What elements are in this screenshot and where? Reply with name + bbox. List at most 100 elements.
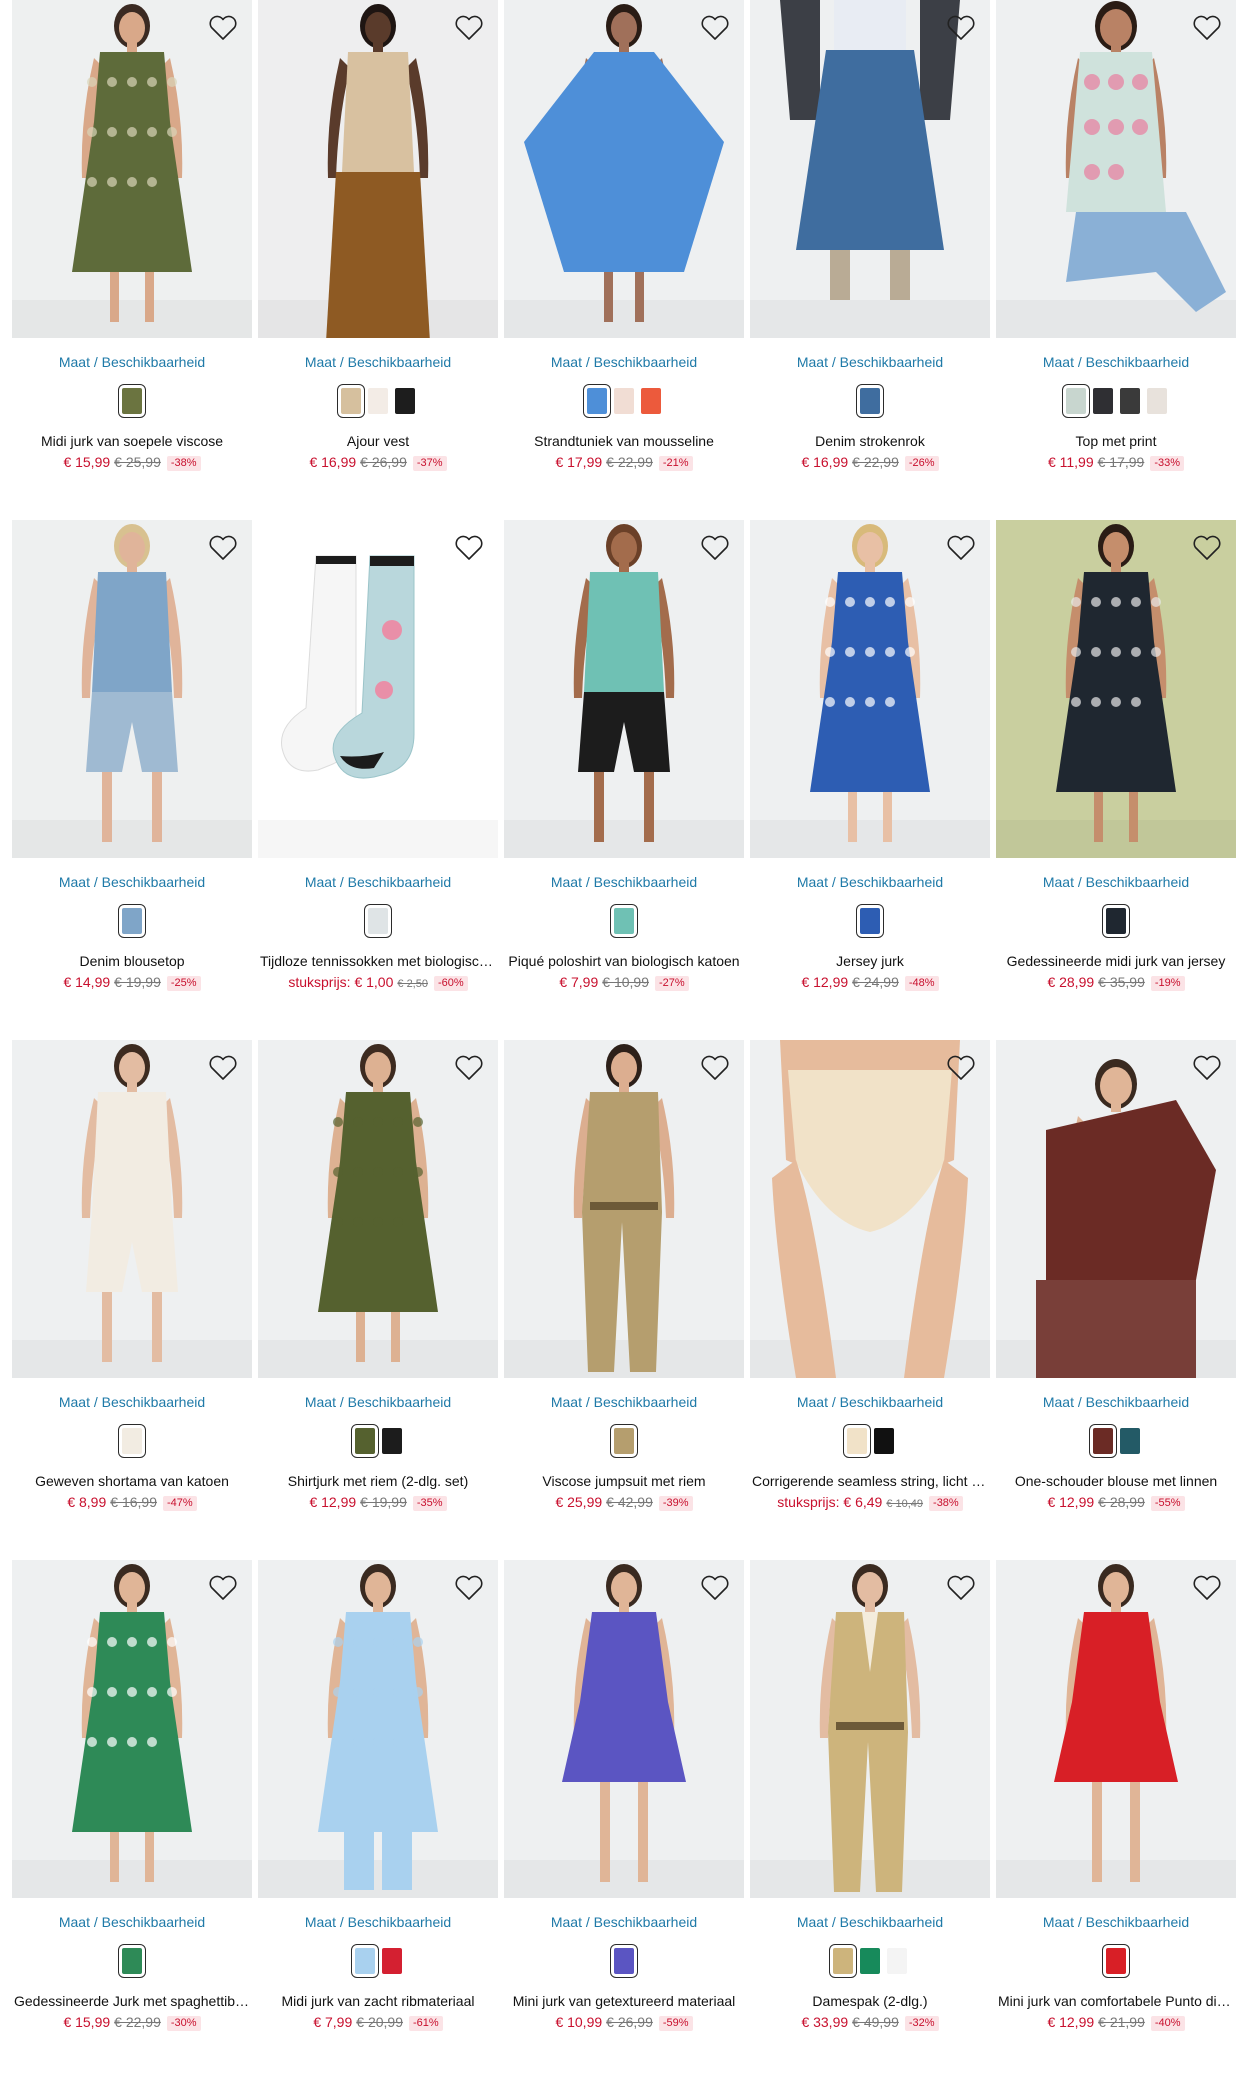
wishlist-heart-icon[interactable] [452, 10, 486, 44]
product-card[interactable]: Maat / Beschikbaarheid Denim strokenrok € … [750, 0, 990, 520]
size-availability-link[interactable]: Maat / Beschikbaarheid [12, 1913, 252, 1931]
size-availability-link[interactable]: Maat / Beschikbaarheid [504, 873, 744, 891]
product-image[interactable] [258, 1040, 498, 1378]
product-card[interactable]: Maat / Beschikbaarheid Ajour vest € 16,99 €… [258, 0, 498, 520]
color-swatch[interactable] [887, 1948, 907, 1974]
product-image[interactable] [504, 520, 744, 858]
color-swatch[interactable] [1061, 384, 1090, 418]
wishlist-heart-icon[interactable] [206, 1570, 240, 1604]
product-image[interactable] [750, 1040, 990, 1378]
product-title[interactable]: Shirtjurk met riem (2-dlg. set) [258, 1472, 498, 1490]
product-image[interactable] [12, 1560, 252, 1898]
product-card[interactable]: Maat / Beschikbaarheid Viscose jumpsuit m… [504, 1040, 744, 1560]
color-swatch[interactable] [1119, 388, 1140, 414]
color-swatch[interactable] [1119, 1428, 1140, 1454]
color-swatch[interactable] [1088, 1424, 1117, 1458]
product-card[interactable]: Maat / Beschikbaarheid Gedessineerde Jurk… [12, 1560, 252, 2080]
size-availability-link[interactable]: Maat / Beschikbaarheid [504, 1393, 744, 1411]
size-availability-link[interactable]: Maat / Beschikbaarheid [12, 1393, 252, 1411]
product-title[interactable]: Piqué poloshirt van biologisch katoen [504, 952, 744, 970]
color-swatch[interactable] [610, 1944, 638, 1978]
wishlist-heart-icon[interactable] [206, 10, 240, 44]
product-title[interactable]: Geweven shortama van katoen [12, 1472, 252, 1490]
color-swatch[interactable] [118, 1944, 146, 1978]
product-card[interactable]: Maat / Beschikbaarheid One-schouder blous… [996, 1040, 1236, 1560]
color-swatch[interactable] [1092, 388, 1113, 414]
product-image[interactable] [12, 1040, 252, 1378]
color-swatch[interactable] [350, 1944, 379, 1978]
product-image[interactable] [12, 0, 252, 338]
product-card[interactable]: Maat / Beschikbaarheid Denim blousetop € 1… [12, 520, 252, 1040]
size-availability-link[interactable]: Maat / Beschikbaarheid [996, 1913, 1236, 1931]
wishlist-heart-icon[interactable] [944, 530, 978, 564]
color-swatch[interactable] [860, 1948, 880, 1974]
product-image[interactable] [504, 1560, 744, 1898]
wishlist-heart-icon[interactable] [1190, 1050, 1224, 1084]
product-image[interactable] [996, 1560, 1236, 1898]
wishlist-heart-icon[interactable] [452, 530, 486, 564]
wishlist-heart-icon[interactable] [698, 530, 732, 564]
product-card[interactable]: Maat / Beschikbaarheid Geweven shortama v… [12, 1040, 252, 1560]
color-swatch[interactable] [873, 1428, 894, 1454]
product-image[interactable] [996, 0, 1236, 338]
color-swatch[interactable] [641, 388, 661, 414]
product-title[interactable]: Viscose jumpsuit met riem [504, 1472, 744, 1490]
product-image[interactable] [504, 0, 744, 338]
color-swatch[interactable] [395, 388, 415, 414]
color-swatch[interactable] [1102, 904, 1130, 938]
size-availability-link[interactable]: Maat / Beschikbaarheid [504, 353, 744, 371]
wishlist-heart-icon[interactable] [1190, 1570, 1224, 1604]
product-image[interactable] [996, 1040, 1236, 1378]
product-image[interactable] [750, 0, 990, 338]
size-availability-link[interactable]: Maat / Beschikbaarheid [258, 353, 498, 371]
product-title[interactable]: Denim blousetop [12, 952, 252, 970]
wishlist-heart-icon[interactable] [1190, 530, 1224, 564]
size-availability-link[interactable]: Maat / Beschikbaarheid [750, 873, 990, 891]
color-swatch[interactable] [610, 1424, 638, 1458]
product-title[interactable]: Corrigerende seamless string, licht corr… [750, 1472, 990, 1490]
wishlist-heart-icon[interactable] [698, 10, 732, 44]
size-availability-link[interactable]: Maat / Beschikbaarheid [996, 873, 1236, 891]
product-card[interactable]: Maat / Beschikbaarheid Piqué poloshirt va… [504, 520, 744, 1040]
size-availability-link[interactable]: Maat / Beschikbaarheid [258, 1913, 498, 1931]
wishlist-heart-icon[interactable] [206, 530, 240, 564]
product-card[interactable]: Maat / Beschikbaarheid Damespak (2-dlg.) €… [750, 1560, 990, 2080]
product-card[interactable]: Maat / Beschikbaarheid Shirtjurk met riem… [258, 1040, 498, 1560]
wishlist-heart-icon[interactable] [206, 1050, 240, 1084]
wishlist-heart-icon[interactable] [698, 1050, 732, 1084]
product-image[interactable] [258, 1560, 498, 1898]
product-image[interactable] [258, 0, 498, 338]
product-card[interactable]: Maat / Beschikbaarheid Midi jurk van zach… [258, 1560, 498, 2080]
product-card[interactable]: Maat / Beschikbaarheid Mini jurk van comf… [996, 1560, 1236, 2080]
product-image[interactable] [504, 1040, 744, 1378]
product-title[interactable]: Jersey jurk [750, 952, 990, 970]
product-image[interactable] [750, 1560, 990, 1898]
product-title[interactable]: Midi jurk van zacht ribmateriaal [258, 1992, 498, 2010]
product-card[interactable]: Maat / Beschikbaarheid Top met print € 11,… [996, 0, 1236, 520]
product-title[interactable]: Top met print [996, 432, 1236, 450]
size-availability-link[interactable]: Maat / Beschikbaarheid [258, 1393, 498, 1411]
size-availability-link[interactable]: Maat / Beschikbaarheid [750, 1393, 990, 1411]
size-availability-link[interactable]: Maat / Beschikbaarheid [504, 1913, 744, 1931]
size-availability-link[interactable]: Maat / Beschikbaarheid [750, 1913, 990, 1931]
color-swatch[interactable] [856, 904, 884, 938]
color-swatch[interactable] [610, 904, 638, 938]
color-swatch[interactable] [1146, 388, 1167, 414]
color-swatch[interactable] [350, 1424, 379, 1458]
product-card[interactable]: Maat / Beschikbaarheid Jersey jurk € 12,99… [750, 520, 990, 1040]
color-swatch[interactable] [381, 1948, 402, 1974]
product-title[interactable]: Mini jurk van comfortabele Punto di Roma [996, 1992, 1236, 2010]
wishlist-heart-icon[interactable] [1190, 10, 1224, 44]
product-card[interactable]: Maat / Beschikbaarheid Mini jurk van gete… [504, 1560, 744, 2080]
color-swatch[interactable] [381, 1428, 402, 1454]
wishlist-heart-icon[interactable] [944, 1050, 978, 1084]
color-swatch[interactable] [583, 384, 611, 418]
size-availability-link[interactable]: Maat / Beschikbaarheid [12, 873, 252, 891]
product-card[interactable]: Maat / Beschikbaarheid Strandtuniek van m… [504, 0, 744, 520]
product-title[interactable]: Gedessineerde midi jurk van jersey [996, 952, 1236, 970]
product-title[interactable]: Mini jurk van getextureerd materiaal [504, 1992, 744, 2010]
color-swatch[interactable] [829, 1944, 857, 1978]
color-swatch[interactable] [856, 384, 884, 418]
product-title[interactable]: Damespak (2-dlg.) [750, 1992, 990, 2010]
size-availability-link[interactable]: Maat / Beschikbaarheid [750, 353, 990, 371]
